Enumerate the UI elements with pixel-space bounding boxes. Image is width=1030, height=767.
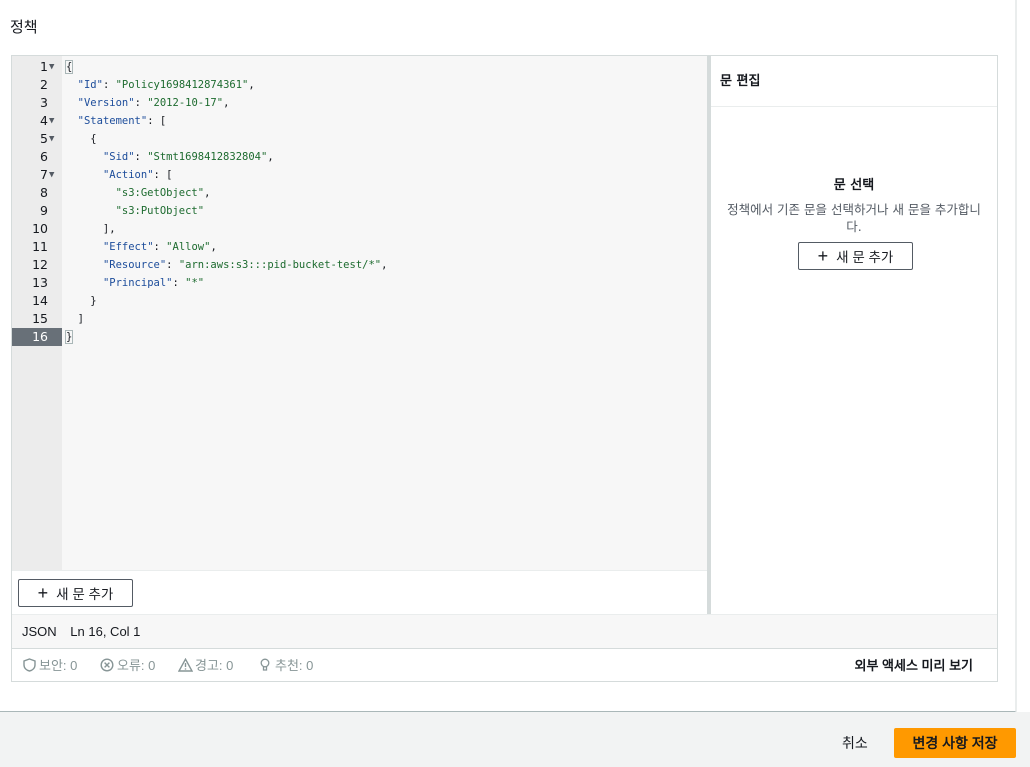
external-access-preview-button[interactable]: 외부 액세스 미리 보기 [855, 655, 973, 674]
code-line[interactable]: 3 "Version": "2012-10-17", [12, 94, 707, 112]
fold-arrow-icon[interactable]: ▼ [49, 130, 54, 148]
security-count: 보안: 0 [39, 658, 78, 673]
code-text: } [65, 295, 97, 307]
side-add-statement-button[interactable]: + 새 문 추가 [798, 242, 913, 270]
edit-statement-panel: 문 편집 문 선택 정책에서 기존 문을 선택하거나 새 문을 추가합니다. +… [711, 56, 997, 614]
editor-add-bar: + 새 문 추가 [12, 570, 707, 614]
suggestion-count: 추천: 0 [275, 658, 314, 673]
line-number: 9 [40, 203, 48, 218]
code-line[interactable]: 7 ▼ "Action": [ [12, 166, 707, 184]
code-line[interactable]: 2 "Id": "Policy1698412874361", [12, 76, 707, 94]
select-statement-title: 문 선택 [833, 178, 875, 193]
code-line[interactable]: 9 "s3:PutObject" [12, 202, 707, 220]
code-text: "Version": "2012-10-17", [77, 97, 230, 109]
warning-triangle-icon [177, 657, 194, 672]
line-number: 14 [32, 293, 48, 308]
panel-title: 정책 [10, 18, 38, 36]
suggestion-issues[interactable]: 추천: 0 [258, 655, 313, 674]
code-text: ], [65, 223, 116, 235]
fold-arrow-icon[interactable]: ▼ [49, 166, 54, 184]
code-line[interactable]: 6 "Sid": "Stmt1698412832804", [12, 148, 707, 166]
code-line[interactable]: 10 ], [12, 220, 707, 238]
line-number: 12 [32, 257, 48, 272]
add-statement-button[interactable]: + 새 문 추가 [18, 579, 133, 607]
code-text: { [65, 133, 97, 145]
code-text: "Effect": "Allow", [102, 241, 217, 253]
code-text: "s3:PutObject" [115, 205, 205, 217]
error-issues[interactable]: 오류: 0 [100, 655, 155, 674]
plus-icon: + [37, 583, 49, 603]
code-text: ] [65, 313, 84, 325]
code-line[interactable]: 13 "Principal": "*" [12, 274, 707, 292]
line-number: 13 [32, 275, 48, 290]
save-changes-button[interactable]: 변경 사항 저장 [894, 728, 1016, 758]
add-statement-label: 새 문 추가 [56, 587, 114, 602]
lightbulb-icon [258, 658, 272, 672]
fold-arrow-icon[interactable]: ▼ [49, 112, 54, 130]
code-text: "Principal": "*" [102, 277, 205, 289]
line-number: 2 [40, 77, 48, 92]
code-text: "Statement": [ [77, 115, 167, 127]
code-line[interactable]: 16} [12, 328, 707, 346]
line-number: 8 [40, 185, 48, 200]
line-number: 6 [40, 149, 48, 164]
code-line[interactable]: 14 } [12, 292, 707, 310]
code-line[interactable]: 1 ▼ { [12, 58, 707, 76]
fold-arrow-icon[interactable]: ▼ [49, 58, 54, 76]
code-line[interactable]: 5 ▼ { [12, 130, 707, 148]
select-statement-description: 정책에서 기존 문을 선택하거나 새 문을 추가합니다. [727, 202, 981, 234]
security-issues[interactable]: 보안: 0 [22, 655, 77, 674]
issues-bar: 보안: 0 오류: 0 경고: 0 추천: 0 외부 액세스 미리 보기 [12, 649, 997, 681]
line-number: 4 [40, 113, 48, 128]
line-number: 5 [40, 131, 48, 146]
editor-status-bar: JSON Ln 16, Col 1 [12, 614, 997, 649]
code-text: "Sid": "Stmt1698412832804", [102, 151, 274, 163]
code-text: { [65, 60, 74, 74]
language-indicator: JSON [22, 624, 57, 639]
side-add-statement-label: 새 문 추가 [836, 250, 894, 265]
plus-icon: + [817, 246, 829, 266]
code-line[interactable]: 11 "Effect": "Allow", [12, 238, 707, 256]
line-number: 1 [40, 59, 48, 74]
line-number: 11 [32, 239, 48, 254]
line-number: 10 [32, 221, 48, 236]
line-number: 7 [40, 167, 48, 182]
cancel-button[interactable]: 취소 [842, 733, 868, 753]
error-circle-icon [100, 657, 114, 672]
code-text: } [65, 330, 74, 344]
line-number: 3 [40, 95, 48, 110]
code-editor[interactable]: 1 ▼{2 "Id": "Policy1698412874361", 3 "Vers… [12, 56, 707, 570]
policy-editor: 1 ▼{2 "Id": "Policy1698412874361", 3 "Vers… [11, 55, 998, 682]
edit-statement-header: 문 편집 [711, 56, 997, 107]
code-line[interactable]: 15 ] [12, 310, 707, 328]
code-text: "Action": [ [102, 169, 173, 181]
code-line[interactable]: 8 "s3:GetObject", [12, 184, 707, 202]
code-text: "s3:GetObject", [115, 187, 211, 199]
shield-icon [22, 657, 36, 672]
warning-count: 경고: 0 [195, 658, 234, 673]
page-scrollbar[interactable] [1016, 0, 1030, 712]
line-number: 15 [32, 311, 48, 326]
code-line[interactable]: 4 ▼ "Statement": [ [12, 112, 707, 130]
error-count: 오류: 0 [117, 658, 156, 673]
code-text: "Resource": "arn:aws:s3:::pid-bucket-tes… [102, 259, 388, 271]
warning-issues[interactable]: 경고: 0 [177, 655, 234, 674]
policy-panel: 정책 1 ▼{2 "Id": "Policy1698412874361", 3 "V… [0, 0, 1016, 712]
cursor-position: Ln 16, Col 1 [70, 624, 141, 639]
code-text: "Id": "Policy1698412874361", [77, 79, 255, 91]
code-line[interactable]: 12 "Resource": "arn:aws:s3:::pid-bucket-… [12, 256, 707, 274]
line-number: 16 [12, 328, 62, 346]
